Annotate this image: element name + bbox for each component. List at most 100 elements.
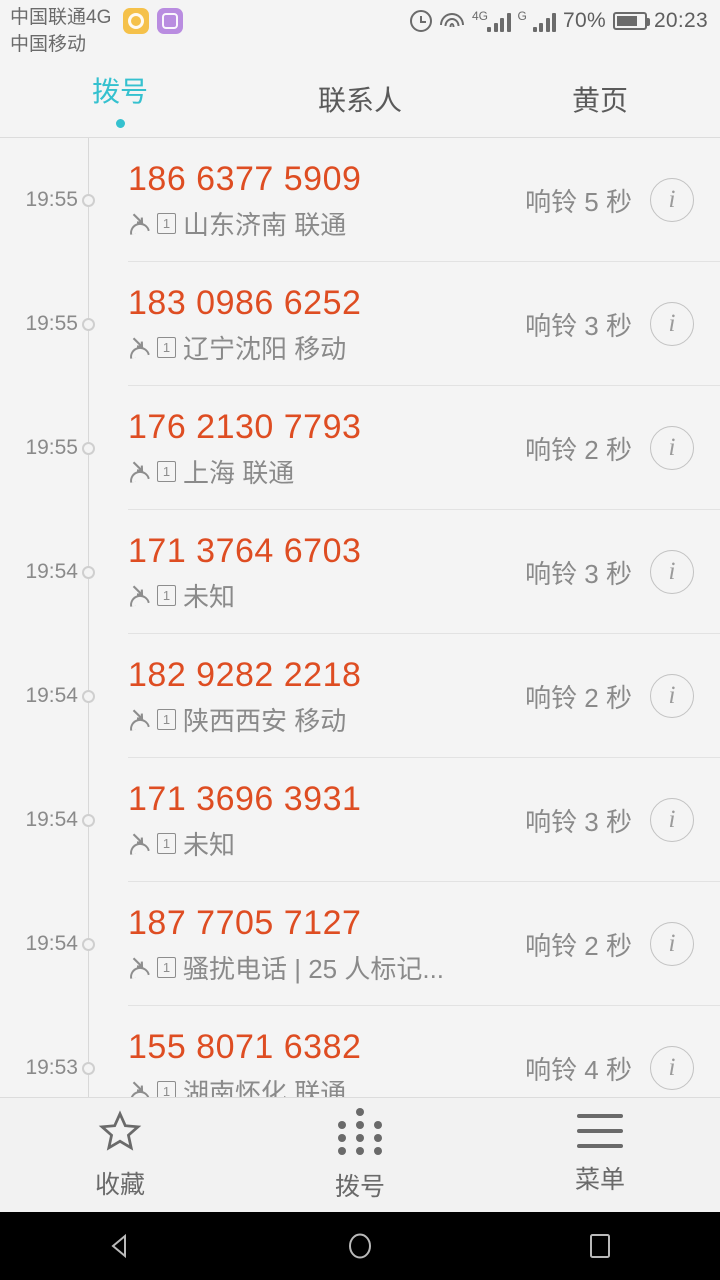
missed-call-arrow-icon bbox=[132, 1081, 144, 1092]
timeline-marker bbox=[82, 937, 95, 951]
wifi-icon bbox=[439, 11, 465, 31]
recents-button[interactable] bbox=[480, 1230, 720, 1262]
tab-yellowpages[interactable]: 黄页 bbox=[480, 60, 720, 137]
call-row-content[interactable]: 182 9282 2218 1 陕西西安 移动 响铃 2 秒 i bbox=[128, 655, 720, 738]
dialpad-button[interactable]: 拨号 bbox=[240, 1107, 480, 1203]
back-button[interactable] bbox=[0, 1230, 240, 1262]
call-number[interactable]: 155 8071 6382 bbox=[128, 1027, 515, 1067]
call-row-content[interactable]: 183 0986 6252 1 辽宁沈阳 移动 响铃 3 秒 i bbox=[128, 283, 720, 366]
call-log-row[interactable]: 19:54 171 3696 3931 1 未知 响铃 3 秒 i bbox=[0, 758, 720, 882]
sim-badge: 1 bbox=[157, 1080, 176, 1097]
notification-purple-icon bbox=[157, 8, 184, 34]
call-log-row[interactable]: 19:55 186 6377 5909 1 山东济南 联通 响铃 5 秒 i bbox=[0, 138, 720, 262]
recents-icon bbox=[590, 1234, 610, 1258]
missed-call-icon bbox=[128, 461, 150, 483]
call-number[interactable]: 183 0986 6252 bbox=[128, 283, 515, 323]
missed-call-icon bbox=[128, 213, 150, 235]
battery-percent: 70% bbox=[563, 9, 606, 32]
call-row-content[interactable]: 176 2130 7793 1 上海 联通 响铃 2 秒 i bbox=[128, 407, 720, 490]
tab-dialer[interactable]: 拨号 bbox=[0, 60, 240, 137]
call-row-texts: 186 6377 5909 1 山东济南 联通 bbox=[128, 159, 515, 242]
call-row-content[interactable]: 186 6377 5909 1 山东济南 联通 响铃 5 秒 i bbox=[128, 159, 720, 242]
sim-badge: 1 bbox=[157, 460, 176, 482]
call-time: 19:55 bbox=[25, 312, 78, 335]
battery-icon bbox=[612, 12, 650, 30]
info-icon[interactable]: i bbox=[650, 922, 694, 966]
status-bar-left: 中国联通4G 中国移动 bbox=[10, 4, 184, 58]
call-log-row[interactable]: 19:54 171 3764 6703 1 未知 响铃 3 秒 i bbox=[0, 510, 720, 634]
call-log-row[interactable]: 19:54 187 7705 7127 1 骚扰电话 | 25 人标记... 响… bbox=[0, 882, 720, 1006]
sim-badge: 1 bbox=[157, 212, 176, 234]
call-log-row[interactable]: 19:55 176 2130 7793 1 上海 联通 响铃 2 秒 i bbox=[0, 386, 720, 510]
call-number[interactable]: 171 3764 6703 bbox=[128, 531, 515, 571]
call-subline: 1 陕西西安 移动 bbox=[128, 701, 515, 738]
favorites-label: 收藏 bbox=[94, 1171, 145, 1199]
phone-app-screen: 中国联通4G 中国移动 4G G 70% 20:23 拨号 联系人 黄页 19:… bbox=[0, 0, 720, 1280]
signal-4g-label: 4G bbox=[472, 9, 489, 23]
sim-badge: 1 bbox=[157, 832, 176, 854]
call-subline: 1 辽宁沈阳 移动 bbox=[128, 329, 515, 366]
call-row-texts: 183 0986 6252 1 辽宁沈阳 移动 bbox=[128, 283, 515, 366]
info-icon[interactable]: i bbox=[650, 674, 694, 718]
info-icon[interactable]: i bbox=[650, 550, 694, 594]
call-number[interactable]: 176 2130 7793 bbox=[128, 407, 515, 447]
missed-call-icon bbox=[128, 585, 150, 607]
tab-bar: 拨号 联系人 黄页 bbox=[0, 60, 720, 138]
call-location: 上海 联通 bbox=[183, 457, 295, 488]
call-log-row[interactable]: 19:53 155 8071 6382 1 湖南怀化 联通 响铃 4 秒 i bbox=[0, 1006, 720, 1097]
call-log-row[interactable]: 19:54 182 9282 2218 1 陕西西安 移动 响铃 2 秒 i bbox=[0, 634, 720, 758]
info-icon[interactable]: i bbox=[650, 798, 694, 842]
tab-contacts[interactable]: 联系人 bbox=[240, 60, 480, 137]
missed-call-icon bbox=[128, 833, 150, 855]
call-row-content[interactable]: 171 3764 6703 1 未知 响铃 3 秒 i bbox=[128, 531, 720, 614]
timeline-marker bbox=[82, 813, 95, 827]
call-location: 山东济南 联通 bbox=[183, 209, 347, 240]
call-location: 辽宁沈阳 移动 bbox=[183, 333, 347, 364]
call-log-list[interactable]: 19:55 186 6377 5909 1 山东济南 联通 响铃 5 秒 i 1… bbox=[0, 138, 720, 1097]
home-icon bbox=[349, 1233, 371, 1259]
missed-call-arrow-icon bbox=[132, 957, 144, 968]
call-location: 陕西西安 移动 bbox=[183, 705, 347, 736]
info-icon[interactable]: i bbox=[650, 302, 694, 346]
call-row-content[interactable]: 171 3696 3931 1 未知 响铃 3 秒 i bbox=[128, 779, 720, 862]
status-bar: 中国联通4G 中国移动 4G G 70% 20:23 bbox=[0, 0, 720, 60]
call-row-texts: 187 7705 7127 1 骚扰电话 | 25 人标记... bbox=[128, 903, 515, 986]
carrier-secondary: 中国移动 bbox=[10, 34, 87, 55]
call-number[interactable]: 187 7705 7127 bbox=[128, 903, 515, 943]
call-location: 骚扰电话 | 25 人标记... bbox=[183, 953, 445, 984]
missed-call-arrow-icon bbox=[132, 213, 144, 224]
call-time: 19:54 bbox=[25, 808, 78, 831]
missed-call-icon bbox=[128, 1081, 150, 1097]
missed-call-icon bbox=[128, 957, 150, 979]
call-number[interactable]: 186 6377 5909 bbox=[128, 159, 515, 199]
info-icon[interactable]: i bbox=[650, 426, 694, 470]
missed-call-icon bbox=[128, 337, 150, 359]
info-icon[interactable]: i bbox=[650, 178, 694, 222]
home-button[interactable] bbox=[240, 1230, 480, 1262]
menu-icon bbox=[577, 1114, 623, 1148]
call-row-texts: 155 8071 6382 1 湖南怀化 联通 bbox=[128, 1027, 515, 1098]
call-row-texts: 171 3696 3931 1 未知 bbox=[128, 779, 515, 862]
call-subline: 1 湖南怀化 联通 bbox=[128, 1073, 515, 1098]
timeline-marker bbox=[82, 1061, 95, 1075]
call-log-row[interactable]: 19:55 183 0986 6252 1 辽宁沈阳 移动 响铃 3 秒 i bbox=[0, 262, 720, 386]
call-time: 19:54 bbox=[25, 560, 78, 583]
call-subline: 1 未知 bbox=[128, 577, 515, 614]
info-icon[interactable]: i bbox=[650, 1046, 694, 1090]
call-location: 湖南怀化 联通 bbox=[183, 1077, 347, 1098]
call-time: 19:55 bbox=[25, 188, 78, 211]
sim-badge: 1 bbox=[157, 708, 176, 730]
call-row-content[interactable]: 187 7705 7127 1 骚扰电话 | 25 人标记... 响铃 2 秒 … bbox=[128, 903, 720, 986]
call-duration: 响铃 5 秒 bbox=[525, 186, 632, 217]
missed-call-arrow-icon bbox=[132, 337, 144, 348]
call-time: 19:54 bbox=[25, 932, 78, 955]
menu-button[interactable]: 菜单 bbox=[480, 1114, 720, 1196]
call-time: 19:54 bbox=[25, 684, 78, 707]
favorites-button[interactable]: 收藏 bbox=[0, 1109, 240, 1201]
call-row-texts: 171 3764 6703 1 未知 bbox=[128, 531, 515, 614]
call-number[interactable]: 171 3696 3931 bbox=[128, 779, 515, 819]
call-row-content[interactable]: 155 8071 6382 1 湖南怀化 联通 响铃 4 秒 i bbox=[128, 1027, 720, 1098]
timeline-marker bbox=[82, 193, 95, 207]
tab-active-indicator bbox=[115, 118, 125, 128]
call-number[interactable]: 182 9282 2218 bbox=[128, 655, 515, 695]
